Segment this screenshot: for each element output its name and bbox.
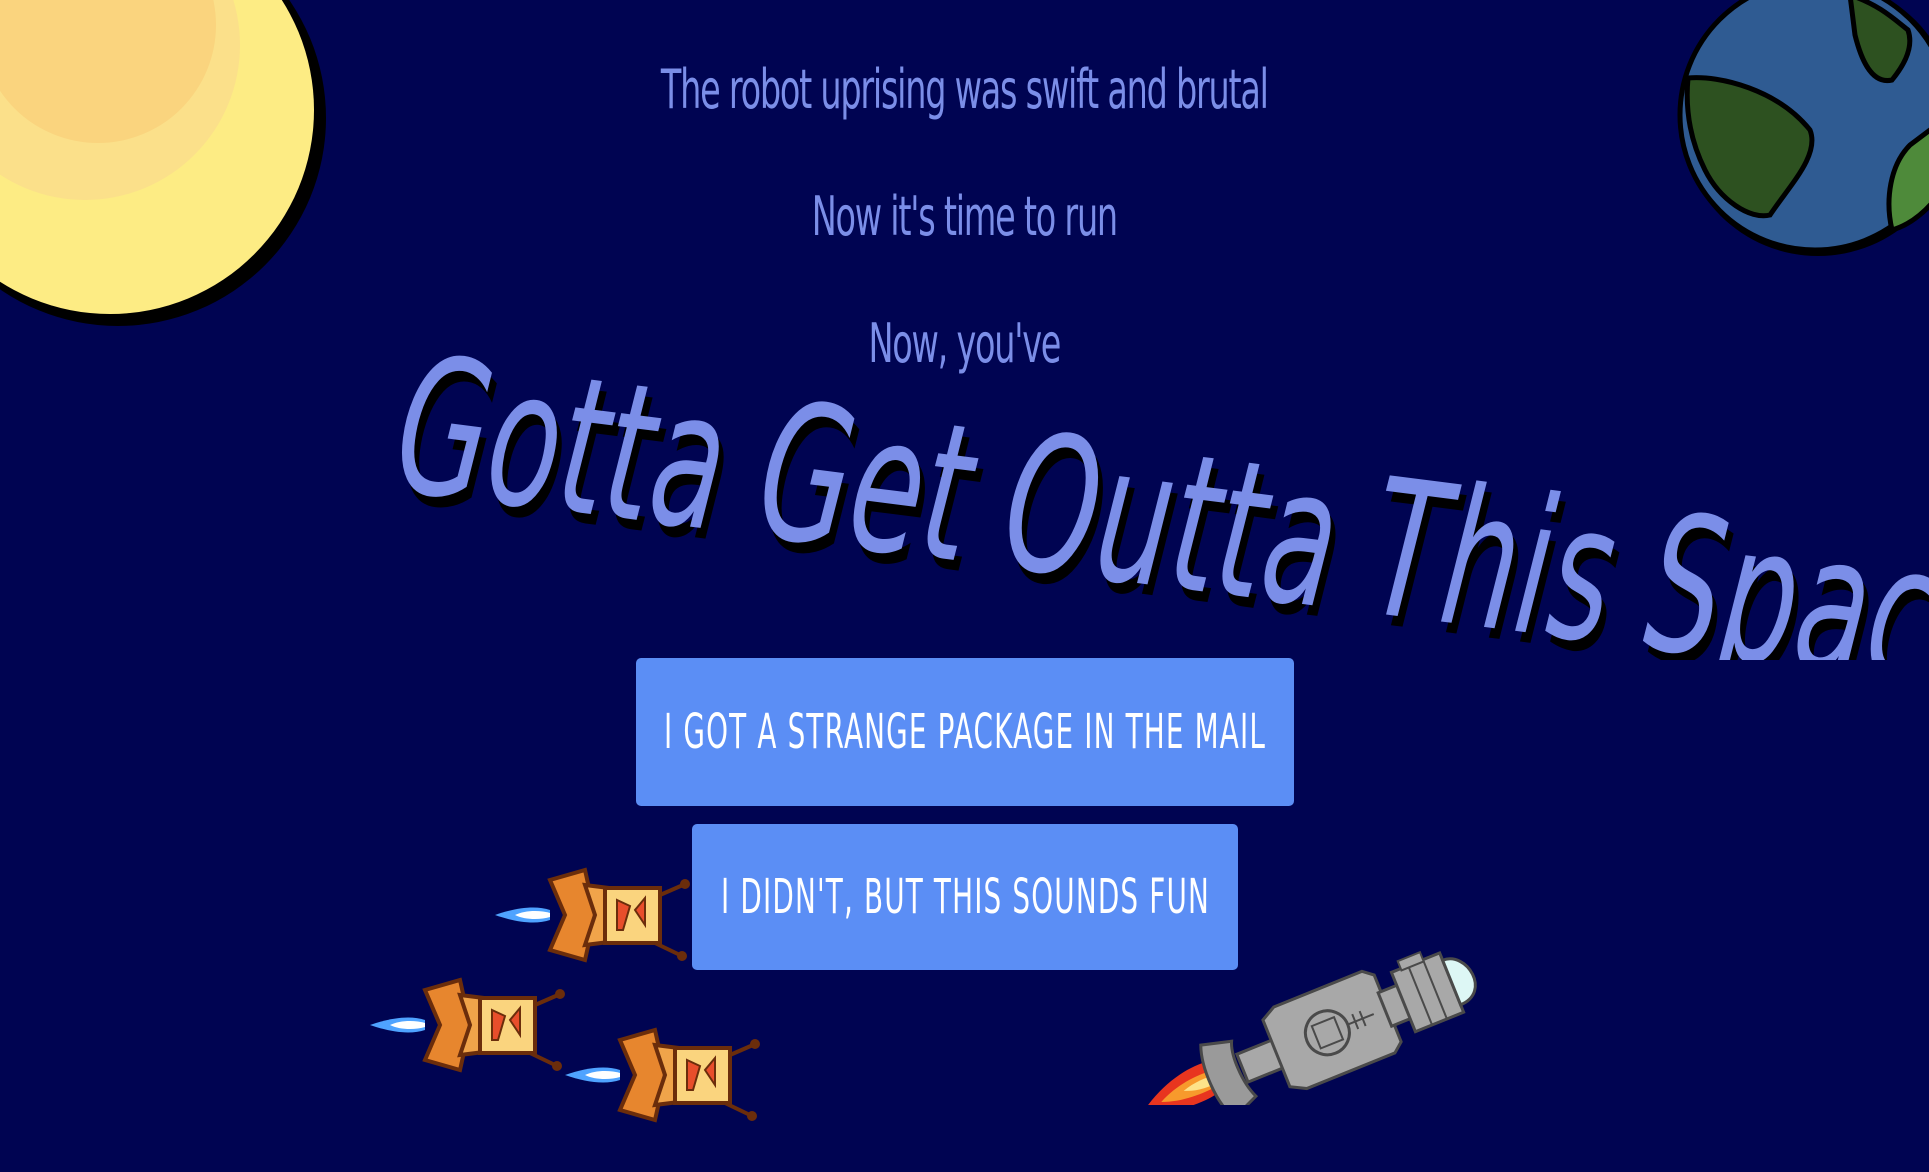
strange-package-button[interactable]: I got a strange package in the mail (636, 658, 1294, 806)
robot-ship-icon (495, 867, 690, 963)
robot-ship-icon (370, 977, 565, 1073)
player-spaceship-icon (1143, 950, 1477, 1105)
intro-line-1: The robot uprising was swift and brutal (660, 58, 1269, 121)
robot-ship-icon (565, 1027, 760, 1123)
strange-package-button-label: I got a strange package in the mail (663, 704, 1267, 760)
intro-line-2: Now it's time to run (811, 185, 1118, 248)
game-title-text: Gotta Get Outta This Space (385, 315, 1929, 660)
game-scene: The robot uprising was swift and brutal … (0, 0, 1929, 1172)
earth-illustration (1677, 0, 1929, 256)
game-title: Gotta Get Outta This Space Gotta Get Out… (0, 300, 1929, 660)
